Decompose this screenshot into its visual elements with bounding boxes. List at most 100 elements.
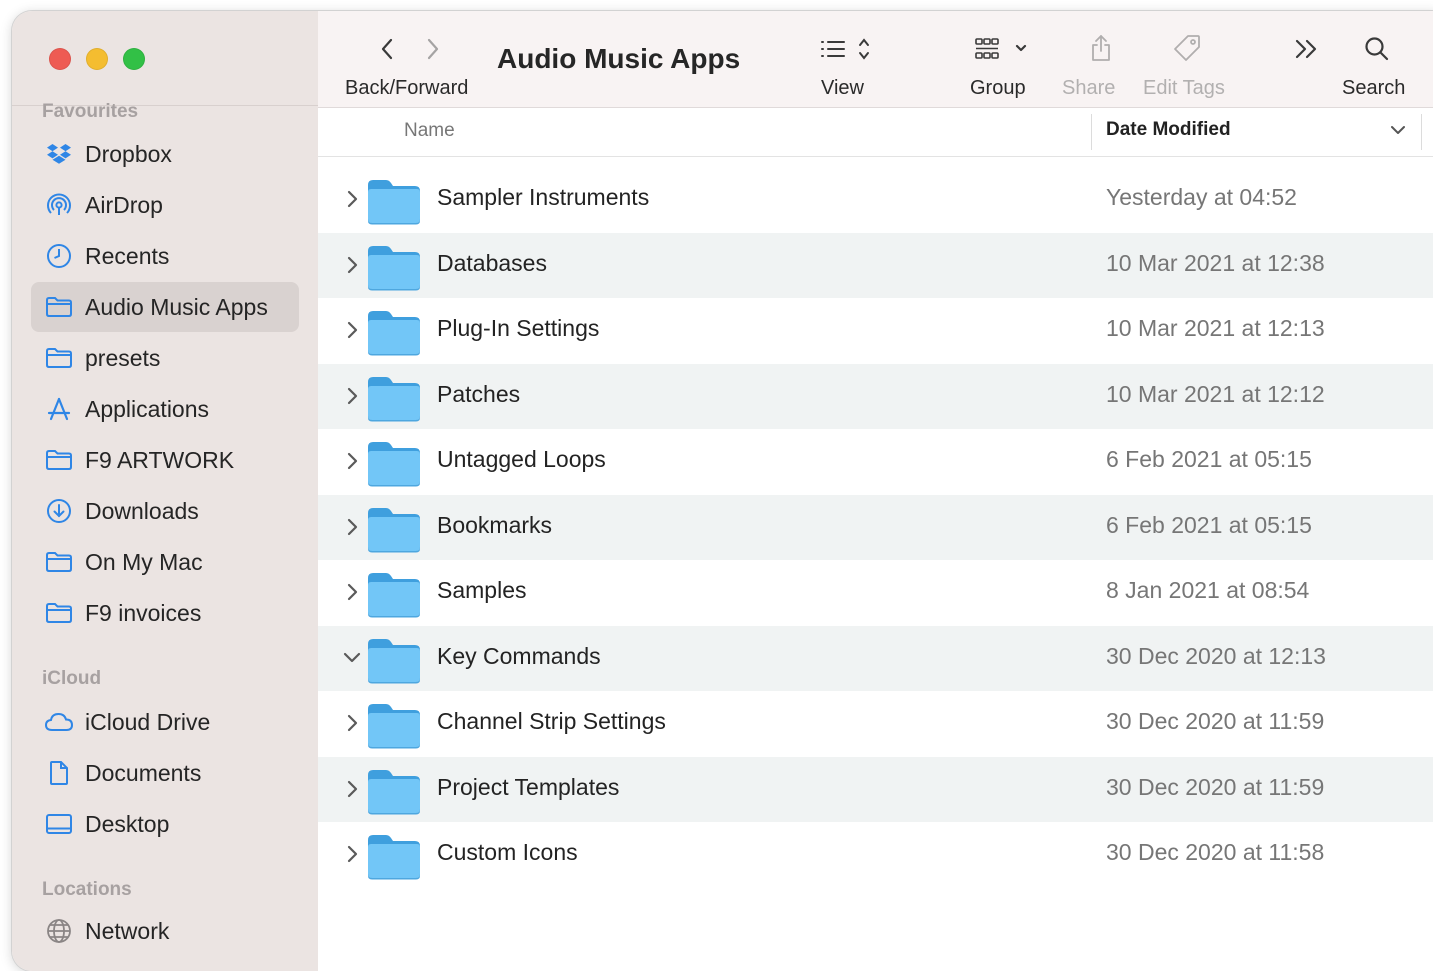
sidebar-item-network[interactable]: Network [31, 906, 299, 956]
sidebar-item-desktop[interactable]: Desktop [31, 799, 299, 849]
folder-icon [366, 439, 422, 492]
file-list: Sampler Instruments Yesterday at 04:52 D… [318, 167, 1433, 888]
file-date-modified: 6 Feb 2021 at 05:15 [1106, 446, 1312, 472]
sidebar-item-airdrop[interactable]: AirDrop [31, 180, 299, 230]
folder-icon [366, 767, 422, 820]
share-label: Share [1062, 77, 1116, 99]
file-name: Sampler Instruments [437, 184, 650, 210]
folder-icon [44, 343, 74, 373]
sidebar-item-documents[interactable]: Documents [31, 748, 299, 798]
folder-icon [366, 374, 422, 427]
column-header-name[interactable]: Name [404, 120, 455, 142]
network-icon [44, 916, 74, 946]
clock-icon [44, 241, 74, 271]
edit-tags-label: Edit Tags [1143, 77, 1225, 99]
sidebar-item-label: Documents [85, 759, 202, 786]
sidebar-item-label: Dropbox [85, 140, 172, 167]
sidebar-item-recents[interactable]: Recents [31, 231, 299, 281]
tag-icon[interactable] [1172, 33, 1202, 68]
disclosure-chevron-icon[interactable] [342, 449, 362, 473]
sidebar-item-on-my-mac[interactable]: On My Mac [31, 537, 299, 587]
column-divider [1421, 114, 1422, 150]
file-name: Key Commands [437, 642, 601, 669]
sidebar-item-downloads[interactable]: Downloads [31, 486, 299, 536]
file-name: Plug-In Settings [437, 315, 600, 341]
window-title: Audio Music Apps [497, 43, 741, 74]
sort-chevron-down-icon[interactable] [1390, 123, 1406, 141]
file-name: Custom Icons [437, 839, 578, 865]
file-row[interactable]: Plug-In Settings 10 Mar 2021 at 12:13 [318, 298, 1433, 364]
disclosure-chevron-icon[interactable] [342, 187, 362, 211]
sidebar-item-icloud-drive[interactable]: iCloud Drive [31, 697, 299, 747]
file-name: Untagged Loops [437, 446, 606, 472]
share-icon[interactable] [1089, 33, 1113, 68]
file-row[interactable]: Bookmarks 6 Feb 2021 at 05:15 [318, 494, 1433, 560]
file-row[interactable]: Patches 10 Mar 2021 at 12:12 [318, 363, 1433, 429]
group-icon[interactable] [973, 36, 1033, 67]
toolbar: Back/Forward Audio Music Apps View Group… [318, 11, 1433, 108]
disclosure-chevron-icon[interactable] [342, 318, 362, 342]
folder-icon [366, 636, 422, 689]
file-name: Channel Strip Settings [437, 708, 666, 734]
file-name: Samples [437, 577, 527, 603]
sidebar-item-f9-invoices[interactable]: F9 invoices [31, 588, 299, 638]
forward-icon[interactable] [424, 35, 442, 68]
file-row[interactable]: Sampler Instruments Yesterday at 04:52 [318, 167, 1433, 233]
close-button[interactable] [49, 48, 71, 70]
disclosure-chevron-icon[interactable] [342, 842, 362, 866]
file-row[interactable]: Custom Icons 30 Dec 2020 at 11:58 [318, 822, 1433, 888]
disclosure-chevron-icon[interactable] [342, 253, 362, 277]
column-divider [1091, 114, 1092, 150]
zoom-button[interactable] [123, 48, 145, 70]
disclosure-chevron-icon[interactable] [342, 711, 362, 735]
file-name: Patches [437, 380, 521, 407]
file-date-modified: Yesterday at 04:52 [1106, 184, 1297, 210]
sidebar-item-label: On My Mac [85, 548, 203, 575]
folder-icon [366, 570, 422, 623]
disclosure-chevron-icon[interactable] [342, 777, 362, 801]
section-title-favourites: Favourites [42, 101, 139, 122]
disclosure-chevron-icon[interactable] [342, 384, 362, 408]
file-row[interactable]: Project Templates 30 Dec 2020 at 11:59 [318, 756, 1433, 822]
file-row[interactable]: Key Commands 30 Dec 2020 at 12:13 [318, 625, 1433, 691]
file-date-modified: 30 Dec 2020 at 11:58 [1106, 839, 1325, 865]
back-forward-label: Back/Forward [345, 77, 469, 99]
file-row[interactable]: Samples 8 Jan 2021 at 08:54 [318, 560, 1433, 626]
sidebar-item-applications[interactable]: Applications [31, 384, 299, 434]
sidebar-item-audio-music-apps[interactable]: Audio Music Apps [31, 282, 299, 332]
file-date-modified: 8 Jan 2021 at 08:54 [1106, 577, 1310, 603]
back-icon[interactable] [378, 35, 396, 68]
search-icon[interactable] [1363, 35, 1391, 68]
sidebar-item-label: AirDrop [85, 191, 163, 218]
folder-icon [44, 547, 74, 577]
dropbox-icon [44, 139, 74, 169]
file-row[interactable]: Databases 10 Mar 2021 at 12:38 [318, 232, 1433, 298]
sidebar-item-label: iCloud Drive [85, 708, 211, 735]
disclosure-chevron-icon[interactable] [342, 515, 362, 539]
sidebar-item-presets[interactable]: presets [31, 333, 299, 383]
file-name: Bookmarks [437, 511, 553, 538]
disclosure-chevron-icon[interactable] [342, 580, 362, 604]
search-label: Search [1342, 77, 1406, 99]
file-date-modified: 6 Feb 2021 at 05:15 [1106, 511, 1312, 538]
file-date-modified: 10 Mar 2021 at 12:13 [1106, 315, 1325, 341]
window-controls [49, 48, 145, 70]
group-label: Group [970, 77, 1026, 99]
file-row[interactable]: Channel Strip Settings 30 Dec 2020 at 11… [318, 691, 1433, 757]
disclosure-chevron-icon[interactable] [342, 646, 362, 670]
column-header: Name Date Modified [318, 108, 1433, 157]
more-icon[interactable] [1292, 37, 1322, 66]
sidebar-item-f9-artwork[interactable]: F9 ARTWORK [31, 435, 299, 485]
folder-icon [366, 243, 422, 296]
file-row[interactable]: Untagged Loops 6 Feb 2021 at 05:15 [318, 429, 1433, 495]
download-icon [44, 496, 74, 526]
minimize-button[interactable] [86, 48, 108, 70]
folder-icon [44, 598, 74, 628]
column-header-date-modified[interactable]: Date Modified [1106, 119, 1231, 141]
file-date-modified: 30 Dec 2020 at 11:59 [1106, 708, 1325, 734]
file-date-modified: 10 Mar 2021 at 12:12 [1106, 380, 1325, 407]
folder-icon [366, 832, 422, 885]
list-view-icon[interactable] [818, 36, 878, 67]
sidebar-item-dropbox[interactable]: Dropbox [31, 129, 299, 179]
applications-icon [44, 394, 74, 424]
